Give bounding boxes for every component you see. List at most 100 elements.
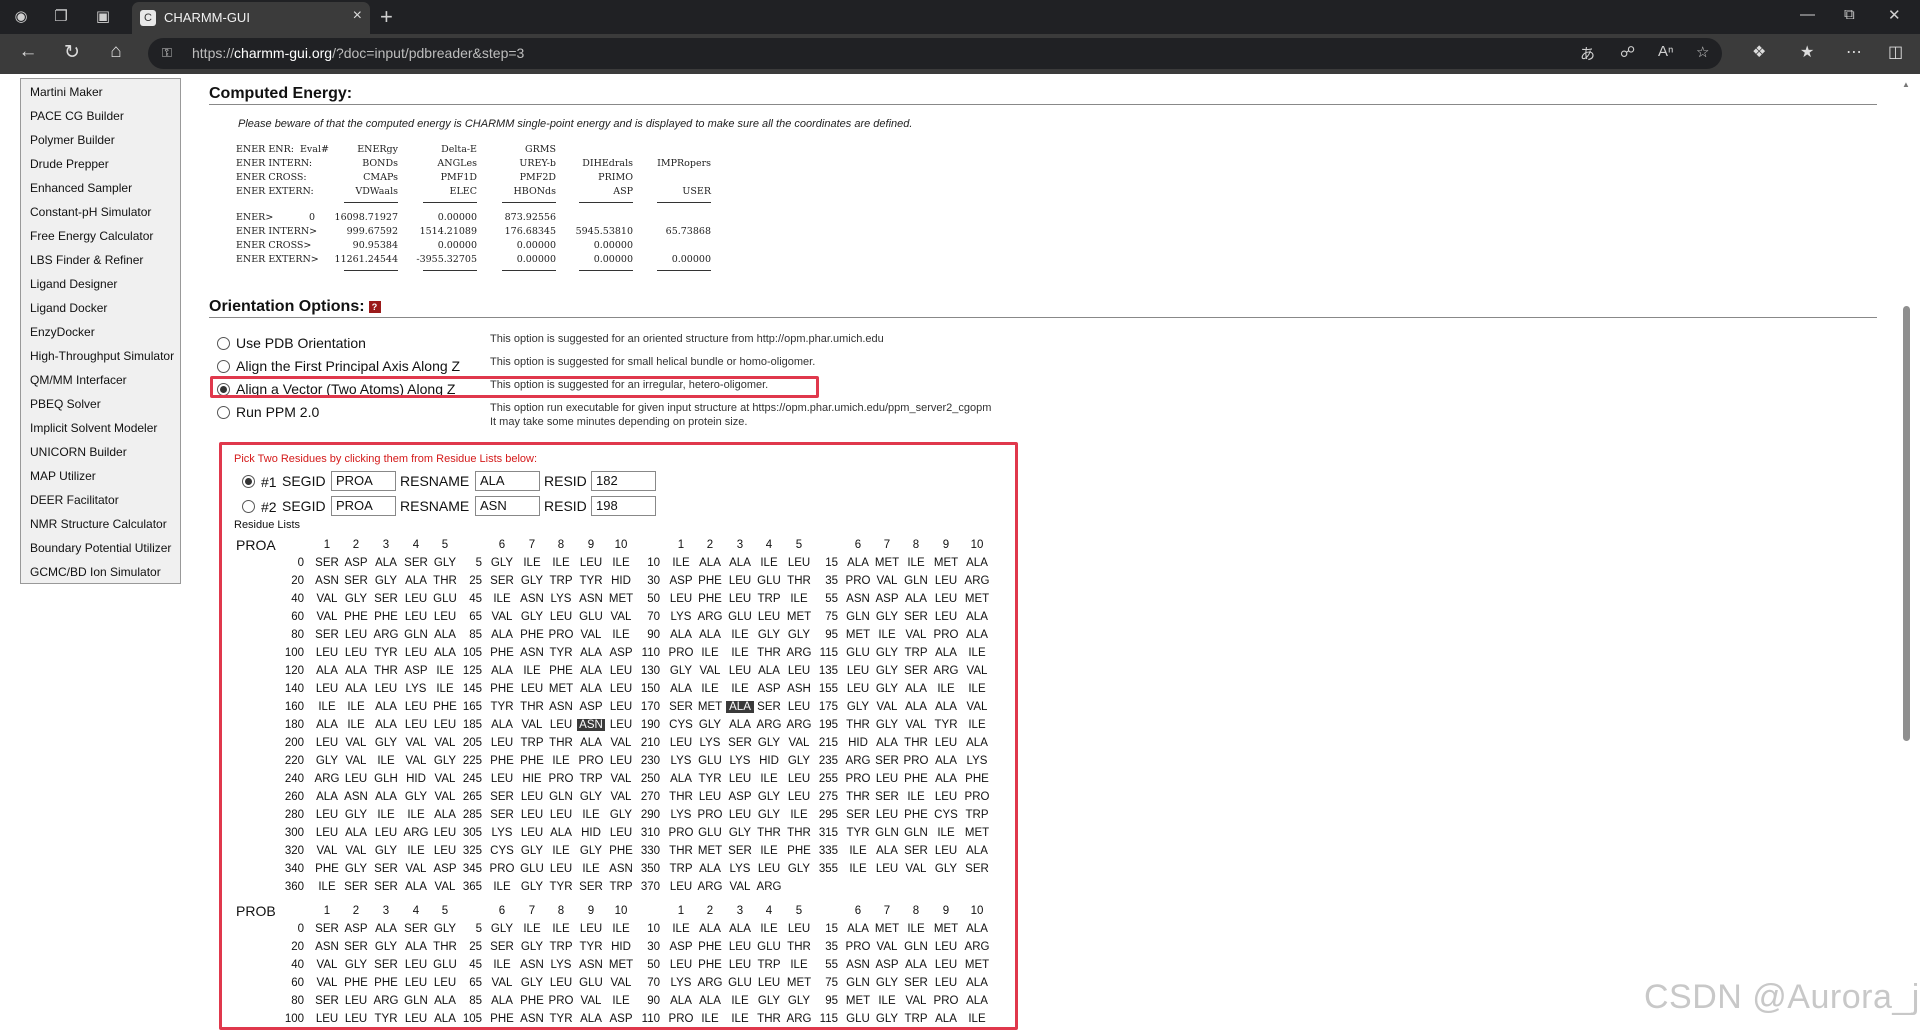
sidebar-item[interactable]: Implicit Solvent Modeler [30, 421, 157, 435]
tab-actions-icon[interactable]: ▣ [92, 6, 114, 28]
residue-cell[interactable]: ARG [372, 629, 400, 641]
residue-cell[interactable]: SER [873, 791, 901, 803]
pick-row-radio[interactable] [242, 500, 255, 513]
residue-cell[interactable]: LEU [607, 827, 635, 839]
residue-cell[interactable]: PHE [342, 977, 370, 989]
resname-input[interactable]: ASN [475, 496, 540, 516]
residue-cell[interactable]: THR [785, 941, 813, 953]
residue-cell[interactable]: ALA [963, 995, 991, 1007]
residue-cell[interactable]: PRO [844, 773, 872, 785]
residue-cell[interactable]: PRO [963, 791, 991, 803]
residue-cell[interactable]: THR [902, 737, 930, 749]
residue-cell[interactable]: SER [342, 881, 370, 893]
residue-cell[interactable]: LEU [932, 845, 960, 857]
residue-cell[interactable]: ARG [696, 977, 724, 989]
residue-cell[interactable]: LEU [932, 977, 960, 989]
residue-cell[interactable]: GLY [342, 959, 370, 971]
residue-cell[interactable]: GLY [431, 923, 459, 935]
residue-cell[interactable]: LEU [313, 1013, 341, 1025]
residue-cell[interactable]: GLY [607, 809, 635, 821]
residue-cell[interactable]: SER [755, 701, 783, 713]
residue-cell[interactable]: ALA [696, 863, 724, 875]
residue-cell[interactable]: THR [431, 941, 459, 953]
residue-cell[interactable]: MET [963, 959, 991, 971]
residue-cell[interactable]: PHE [547, 665, 575, 677]
reload-icon[interactable]: ↻ [58, 41, 86, 64]
residue-cell[interactable]: LYS [726, 863, 754, 875]
residue-cell[interactable]: PHE [696, 575, 724, 587]
residue-cell[interactable]: SER [963, 863, 991, 875]
residue-cell[interactable]: GLY [372, 575, 400, 587]
residue-cell[interactable]: ILE [785, 809, 813, 821]
residue-cell[interactable]: ALA [372, 719, 400, 731]
residue-cell[interactable]: ASP [607, 647, 635, 659]
residue-cell[interactable]: TYR [547, 881, 575, 893]
residue-cell[interactable]: GLY [518, 611, 546, 623]
residue-cell[interactable]: ILE [488, 881, 516, 893]
residue-cell[interactable]: GLU [755, 575, 783, 587]
profile-avatar-icon[interactable]: ◉ [10, 6, 32, 28]
residue-cell[interactable]: LEU [372, 683, 400, 695]
residue-cell[interactable]: ALA [313, 719, 341, 731]
residue-cell[interactable]: ILE [342, 719, 370, 731]
residue-cell[interactable]: ASN [518, 647, 546, 659]
residue-cell[interactable]: TRP [547, 941, 575, 953]
residue-cell[interactable]: ILE [488, 593, 516, 605]
page-scrollbar[interactable]: ▲ [1902, 80, 1911, 1032]
segid-input[interactable]: PROA [331, 471, 396, 491]
residue-cell[interactable]: SER [902, 845, 930, 857]
residue-cell[interactable]: ILE [342, 701, 370, 713]
residue-cell[interactable]: ALA [902, 683, 930, 695]
residue-cell[interactable]: VAL [577, 995, 605, 1007]
residue-cell[interactable]: LEU [932, 737, 960, 749]
residue-cell[interactable]: LEU [873, 773, 901, 785]
sidebar-item[interactable]: LBS Finder & Refiner [30, 253, 143, 267]
residue-cell[interactable]: PHE [902, 809, 930, 821]
residue-cell[interactable]: LEU [785, 791, 813, 803]
residue-cell[interactable]: VAL [902, 995, 930, 1007]
residue-cell[interactable]: LEU [431, 719, 459, 731]
residue-cell[interactable]: LEU [726, 665, 754, 677]
residue-cell[interactable]: ILE [755, 773, 783, 785]
residue-cell[interactable]: VAL [577, 629, 605, 641]
residue-cell[interactable]: ASN [577, 959, 605, 971]
residue-cell[interactable]: PRO [577, 755, 605, 767]
residue-cell[interactable]: PRO [547, 995, 575, 1007]
residue-cell[interactable]: ILE [518, 557, 546, 569]
residue-cell[interactable]: ALA [577, 1013, 605, 1025]
residue-cell[interactable]: TYR [372, 1013, 400, 1025]
residue-cell[interactable]: ILE [755, 557, 783, 569]
residue-cell[interactable]: LEU [607, 683, 635, 695]
extensions-icon[interactable]: ❖ [1752, 42, 1766, 62]
residue-cell[interactable]: ALA [963, 557, 991, 569]
residue-cell[interactable]: GLY [518, 941, 546, 953]
residue-cell[interactable]: LEU [726, 941, 754, 953]
residue-cell[interactable]: LEU [785, 557, 813, 569]
residue-cell[interactable]: LEU [342, 629, 370, 641]
residue-cell[interactable]: ASN [607, 863, 635, 875]
residue-cell[interactable]: TYR [577, 575, 605, 587]
sidebar-item[interactable]: PACE CG Builder [30, 109, 124, 123]
residue-cell[interactable]: VAL [431, 737, 459, 749]
residue-cell[interactable]: LEU [547, 611, 575, 623]
residue-cell[interactable]: VAL [963, 701, 991, 713]
residue-cell[interactable]: ALA [402, 941, 430, 953]
residue-cell[interactable]: GLY [372, 941, 400, 953]
residue-cell[interactable]: SER [342, 575, 370, 587]
translate-icon[interactable]: あ [1580, 43, 1595, 64]
residue-cell[interactable]: ILE [518, 665, 546, 677]
residue-cell[interactable]: ILE [696, 683, 724, 695]
residue-cell[interactable]: TYR [488, 701, 516, 713]
favorite-star-icon[interactable]: ☆ [1696, 43, 1709, 61]
residue-cell[interactable]: ASP [726, 791, 754, 803]
sidebar-item[interactable]: GCMC/BD Ion Simulator [30, 565, 161, 579]
residue-cell[interactable]: ILE [755, 923, 783, 935]
tab-close-icon[interactable]: × [353, 7, 362, 25]
residue-cell[interactable]: SER [488, 941, 516, 953]
collections-icon[interactable]: ❐ [50, 6, 72, 28]
residue-cell[interactable]: MET [963, 827, 991, 839]
new-tab-icon[interactable]: + [380, 4, 393, 30]
residue-cell[interactable]: PRO [547, 773, 575, 785]
residue-cell[interactable]: ILE [785, 593, 813, 605]
residue-cell[interactable]: ALA [667, 773, 695, 785]
